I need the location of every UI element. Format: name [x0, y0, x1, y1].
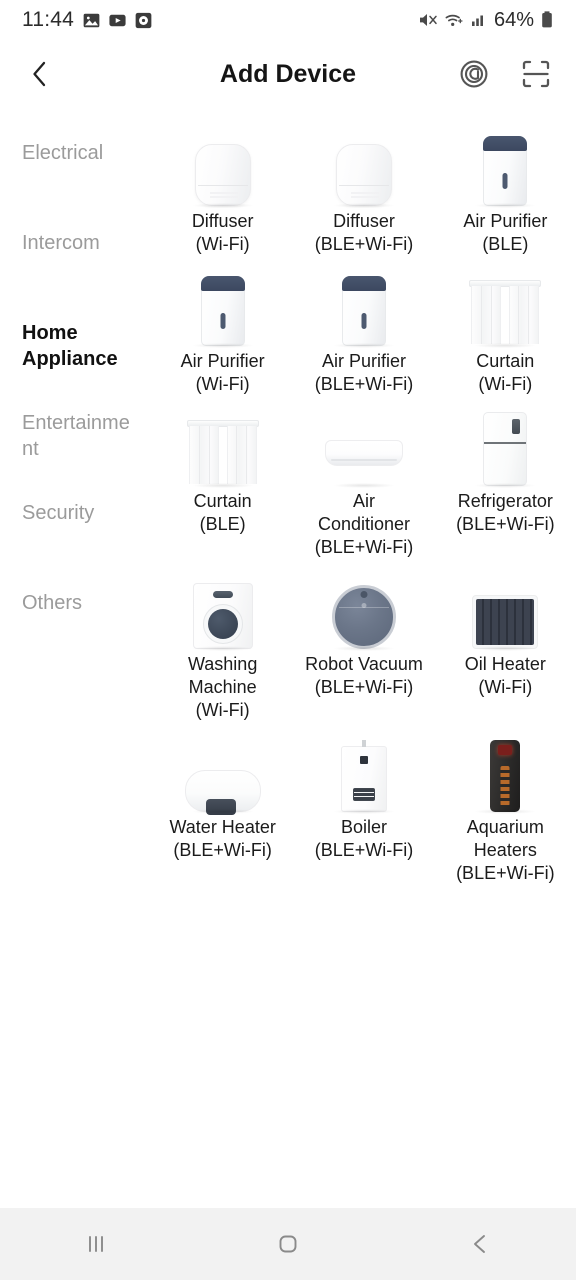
clock-icon [135, 12, 152, 28]
device-protocol: (BLE+Wi-Fi) [456, 514, 555, 534]
device-tile-boiler[interactable]: Boiler (BLE+Wi-Fi) [293, 722, 434, 885]
device-grid-wrapper: Diffuser (Wi-Fi) Diffuser (BLE+Wi-Fi) Ai… [152, 108, 576, 1228]
device-protocol: (BLE+Wi-Fi) [456, 863, 555, 883]
content-area: Electrical Intercom Home Appliance Enter… [0, 108, 576, 1228]
device-tile-diffuser-wifi[interactable]: Diffuser (Wi-Fi) [152, 116, 293, 256]
device-protocol: (BLE+Wi-Fi) [173, 840, 272, 860]
status-time: 11:44 [22, 8, 74, 31]
cellular-signal-icon [471, 15, 483, 26]
water-heater-icon [181, 734, 265, 815]
device-name: Air Purifier [180, 351, 265, 371]
device-tile-washing-machine[interactable]: Washing Machine (Wi-Fi) [152, 559, 293, 722]
device-grid: Diffuser (Wi-Fi) Diffuser (BLE+Wi-Fi) Ai… [152, 116, 576, 885]
washing-machine-icon [181, 571, 265, 651]
device-name: Aquarium Heaters [466, 817, 544, 860]
device-protocol: (BLE) [482, 234, 529, 254]
device-tile-robot-vacuum[interactable]: Robot Vacuum (BLE+Wi-Fi) [293, 559, 434, 722]
device-name: Washing Machine [187, 654, 258, 697]
device-protocol: (BLE+Wi-Fi) [314, 537, 414, 557]
device-protocol: (BLE) [199, 514, 246, 534]
diffuser-icon [322, 128, 406, 208]
diffuser-icon [181, 128, 265, 208]
back-button[interactable] [22, 57, 56, 91]
device-name: Boiler [340, 817, 387, 837]
device-protocol: (Wi-Fi) [195, 374, 250, 394]
sidebar-item-home-appliance[interactable]: Home Appliance [0, 320, 152, 410]
device-name: Air Purifier [463, 211, 548, 231]
back-nav-button[interactable] [384, 1208, 576, 1280]
auto-scan-button[interactable] [456, 56, 492, 92]
status-bar: 11:44 64% [0, 0, 576, 40]
device-name: Air Purifier [321, 351, 406, 371]
device-tile-aquarium-heaters[interactable]: Aquarium Heaters (BLE+Wi-Fi) [435, 722, 576, 885]
device-tile-oil-heater[interactable]: Oil Heater (Wi-Fi) [435, 559, 576, 722]
chevron-left-icon [33, 61, 46, 87]
home-icon [279, 1235, 297, 1253]
sidebar-item-others[interactable]: Others [0, 590, 152, 680]
air-purifier-icon [181, 268, 265, 348]
qr-scan-button[interactable] [518, 56, 554, 92]
aquarium-heater-icon [463, 734, 547, 814]
system-navigation-bar [0, 1208, 576, 1280]
sidebar-item-security[interactable]: Security [0, 500, 152, 590]
device-protocol: (Wi-Fi) [195, 234, 250, 254]
home-button[interactable] [192, 1208, 384, 1280]
device-tile-water-heater[interactable]: Water Heater (BLE+Wi-Fi) [152, 722, 293, 885]
device-tile-curtain-wifi[interactable]: Curtain (Wi-Fi) [435, 256, 576, 396]
curtain-icon [463, 268, 547, 348]
device-name: Water Heater [169, 817, 276, 837]
device-protocol: (Wi-Fi) [478, 677, 533, 697]
recents-button[interactable] [0, 1208, 192, 1280]
device-tile-curtain-ble[interactable]: Curtain (BLE) [152, 396, 293, 559]
wifi-icon [445, 14, 463, 26]
sidebar-item-entertainment[interactable]: Entertainment [0, 410, 152, 500]
device-protocol: (BLE+Wi-Fi) [314, 374, 414, 394]
youtube-icon [109, 14, 126, 26]
device-name: Robot Vacuum [305, 654, 423, 674]
device-protocol: (Wi-Fi) [478, 374, 533, 394]
photos-icon [83, 13, 100, 27]
back-icon [474, 1235, 485, 1253]
sidebar-item-electrical[interactable]: Electrical [0, 140, 152, 230]
device-protocol: (BLE+Wi-Fi) [314, 840, 414, 860]
battery-icon [542, 11, 552, 28]
device-protocol: (Wi-Fi) [195, 700, 250, 720]
device-name: Refrigerator [457, 491, 553, 511]
device-tile-air-conditioner[interactable]: Air Conditioner (BLE+Wi-Fi) [293, 396, 434, 559]
sidebar-item-intercom[interactable]: Intercom [0, 230, 152, 320]
device-name: Curtain [476, 351, 535, 371]
app-bar-actions [456, 56, 554, 92]
robot-vacuum-icon [322, 571, 406, 651]
device-name: Air Conditioner [317, 491, 411, 534]
device-protocol: (BLE+Wi-Fi) [314, 234, 414, 254]
oil-heater-icon [463, 571, 547, 651]
device-protocol: (BLE+Wi-Fi) [314, 677, 414, 697]
mute-icon [419, 14, 437, 26]
status-bar-left: 11:44 [22, 8, 152, 32]
refrigerator-icon [463, 408, 547, 488]
device-name: Diffuser [333, 211, 395, 231]
device-name: Oil Heater [464, 654, 546, 674]
app-bar: Add Device [0, 40, 576, 108]
air-purifier-icon [322, 268, 406, 348]
device-tile-air-purifier-ble-wifi[interactable]: Air Purifier (BLE+Wi-Fi) [293, 256, 434, 396]
boiler-icon [322, 734, 406, 814]
air-purifier-icon [463, 128, 547, 208]
auto-scan-icon [460, 60, 488, 88]
device-tile-air-purifier-wifi[interactable]: Air Purifier (Wi-Fi) [152, 256, 293, 396]
category-sidebar[interactable]: Electrical Intercom Home Appliance Enter… [0, 108, 152, 1228]
device-name: Diffuser [191, 211, 254, 231]
battery-percent-label: 64% [493, 8, 534, 31]
device-name: Curtain [193, 491, 252, 511]
device-tile-diffuser-ble-wifi[interactable]: Diffuser (BLE+Wi-Fi) [293, 116, 434, 256]
device-tile-refrigerator[interactable]: Refrigerator (BLE+Wi-Fi) [435, 396, 576, 559]
recents-icon [89, 1236, 103, 1252]
curtain-icon [181, 408, 265, 488]
status-bar-right: 64% [418, 9, 554, 32]
qr-scan-icon [522, 60, 550, 88]
air-conditioner-icon [322, 408, 406, 488]
device-tile-air-purifier-ble[interactable]: Air Purifier (BLE) [435, 116, 576, 256]
